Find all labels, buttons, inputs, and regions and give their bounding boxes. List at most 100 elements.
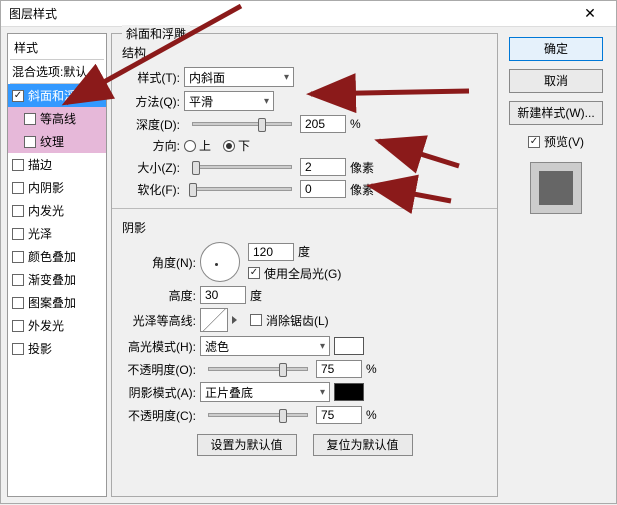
cancel-button[interactable]: 取消 <box>509 69 603 93</box>
highlight-mode-dropdown[interactable]: 滤色 <box>200 336 330 356</box>
style-item-checkbox[interactable] <box>12 205 24 217</box>
direction-row: 方向: 上 下 <box>120 137 489 154</box>
ok-button[interactable]: 确定 <box>509 37 603 61</box>
style-item-label: 光泽 <box>28 225 52 242</box>
gloss-contour-swatch[interactable] <box>200 308 228 332</box>
style-item-checkbox[interactable] <box>24 113 36 125</box>
highlight-opacity-row: 不透明度(O): 75 % <box>120 360 489 378</box>
reset-default-button[interactable]: 复位为默认值 <box>313 434 413 456</box>
style-list-item[interactable]: 投影 <box>8 337 106 360</box>
gloss-label: 光泽等高线: <box>120 312 200 329</box>
size-label: 大小(Z): <box>120 159 184 176</box>
style-item-checkbox[interactable] <box>24 136 36 148</box>
style-item-checkbox[interactable] <box>12 159 24 171</box>
style-list-item[interactable]: 颜色叠加 <box>8 245 106 268</box>
style-list-item[interactable]: 描边 <box>8 153 106 176</box>
style-item-label: 图案叠加 <box>28 294 76 311</box>
style-item-checkbox[interactable] <box>12 343 24 355</box>
highlight-mode-row: 高光模式(H): 滤色 <box>120 336 489 356</box>
style-list-item[interactable]: 等高线 <box>8 107 106 130</box>
style-item-label: 投影 <box>28 340 52 357</box>
style-item-checkbox[interactable] <box>12 274 24 286</box>
style-list-item[interactable]: 内阴影 <box>8 176 106 199</box>
highlight-opacity-label: 不透明度(O): <box>120 361 200 378</box>
shadow-mode-label: 阴影模式(A): <box>120 384 200 401</box>
direction-down-radio[interactable] <box>223 140 235 152</box>
style-list-item[interactable]: 纹理 <box>8 130 106 153</box>
style-item-label: 内阴影 <box>28 179 64 196</box>
shadow-opacity-label: 不透明度(C): <box>120 407 200 424</box>
angle-control[interactable] <box>200 242 240 282</box>
style-item-checkbox[interactable] <box>12 320 24 332</box>
style-list-item[interactable]: 光泽 <box>8 222 106 245</box>
highlight-color[interactable] <box>334 337 364 355</box>
style-item-label: 外发光 <box>28 317 64 334</box>
right-pane: 确定 取消 新建样式(W)... 预览(V) <box>502 33 610 497</box>
style-item-checkbox[interactable] <box>12 182 24 194</box>
preview-checkbox[interactable] <box>528 136 540 148</box>
style-list-item[interactable]: 斜面和浮雕 <box>8 84 106 107</box>
shadow-color[interactable] <box>334 383 364 401</box>
style-item-checkbox[interactable] <box>12 90 24 102</box>
style-item-checkbox[interactable] <box>12 251 24 263</box>
method-dropdown[interactable]: 平滑 <box>184 91 274 111</box>
highlight-opacity-slider[interactable] <box>208 367 308 371</box>
style-item-label: 纹理 <box>40 133 64 150</box>
global-light-checkbox[interactable] <box>248 267 260 279</box>
depth-row: 深度(D): 205 % <box>120 115 489 133</box>
style-label: 样式(T): <box>120 69 184 86</box>
style-list-item[interactable]: 图案叠加 <box>8 291 106 314</box>
new-style-button[interactable]: 新建样式(W)... <box>509 101 603 125</box>
method-row: 方法(Q): 平滑 <box>120 91 489 111</box>
style-item-label: 颜色叠加 <box>28 248 76 265</box>
direction-up-radio[interactable] <box>184 140 196 152</box>
soften-input[interactable]: 0 <box>300 180 346 198</box>
altitude-label: 高度: <box>120 287 200 304</box>
preview-check-row: 预览(V) <box>528 133 584 150</box>
method-label: 方法(Q): <box>120 93 184 110</box>
depth-label: 深度(D): <box>120 116 184 133</box>
highlight-opacity-input[interactable]: 75 <box>316 360 362 378</box>
blending-options[interactable]: 混合选项:默认 <box>8 60 106 83</box>
antialias-checkbox[interactable] <box>250 314 262 326</box>
group-title: 斜面和浮雕 <box>122 25 190 42</box>
style-list-header: 样式 <box>8 36 106 59</box>
shadow-mode-row: 阴影模式(A): 正片叠底 <box>120 382 489 402</box>
style-item-checkbox[interactable] <box>12 228 24 240</box>
shadow-opacity-input[interactable]: 75 <box>316 406 362 424</box>
soften-label: 软化(F): <box>120 181 184 198</box>
layer-style-dialog: 图层样式 ✕ 样式 混合选项:默认 斜面和浮雕等高线纹理描边内阴影内发光光泽颜色… <box>0 0 617 504</box>
style-list-item[interactable]: 内发光 <box>8 199 106 222</box>
style-item-label: 斜面和浮雕 <box>28 87 88 104</box>
soften-slider[interactable] <box>192 187 292 191</box>
soften-row: 软化(F): 0 像素 <box>120 180 489 198</box>
depth-input[interactable]: 205 <box>300 115 346 133</box>
shadow-opacity-slider[interactable] <box>208 413 308 417</box>
structure-title: 结构 <box>122 44 489 61</box>
style-list: 样式 混合选项:默认 斜面和浮雕等高线纹理描边内阴影内发光光泽颜色叠加渐变叠加图… <box>7 33 107 497</box>
direction-label: 方向: <box>120 137 184 154</box>
size-slider[interactable] <box>192 165 292 169</box>
angle-row: 角度(N): 120 度 使用全局光(G) <box>120 242 489 282</box>
altitude-input[interactable]: 30 <box>200 286 246 304</box>
angle-input[interactable]: 120 <box>248 243 294 261</box>
highlight-mode-label: 高光模式(H): <box>120 338 200 355</box>
shadow-opacity-row: 不透明度(C): 75 % <box>120 406 489 424</box>
style-dropdown[interactable]: 内斜面 <box>184 67 294 87</box>
style-item-label: 等高线 <box>40 110 76 127</box>
set-default-button[interactable]: 设置为默认值 <box>197 434 297 456</box>
style-item-checkbox[interactable] <box>12 297 24 309</box>
shadow-title: 阴影 <box>122 219 489 236</box>
altitude-row: 高度: 30 度 <box>120 286 489 304</box>
style-list-item[interactable]: 外发光 <box>8 314 106 337</box>
size-input[interactable]: 2 <box>300 158 346 176</box>
style-item-label: 描边 <box>28 156 52 173</box>
depth-slider[interactable] <box>192 122 292 126</box>
shadow-mode-dropdown[interactable]: 正片叠底 <box>200 382 330 402</box>
titlebar: 图层样式 ✕ <box>1 1 616 27</box>
style-list-item[interactable]: 渐变叠加 <box>8 268 106 291</box>
gloss-row: 光泽等高线: 消除锯齿(L) <box>120 308 489 332</box>
close-icon[interactable]: ✕ <box>572 2 608 26</box>
settings-panel: 斜面和浮雕 结构 样式(T): 内斜面 方法(Q): 平滑 深度(D): 205… <box>111 33 498 497</box>
style-item-label: 内发光 <box>28 202 64 219</box>
